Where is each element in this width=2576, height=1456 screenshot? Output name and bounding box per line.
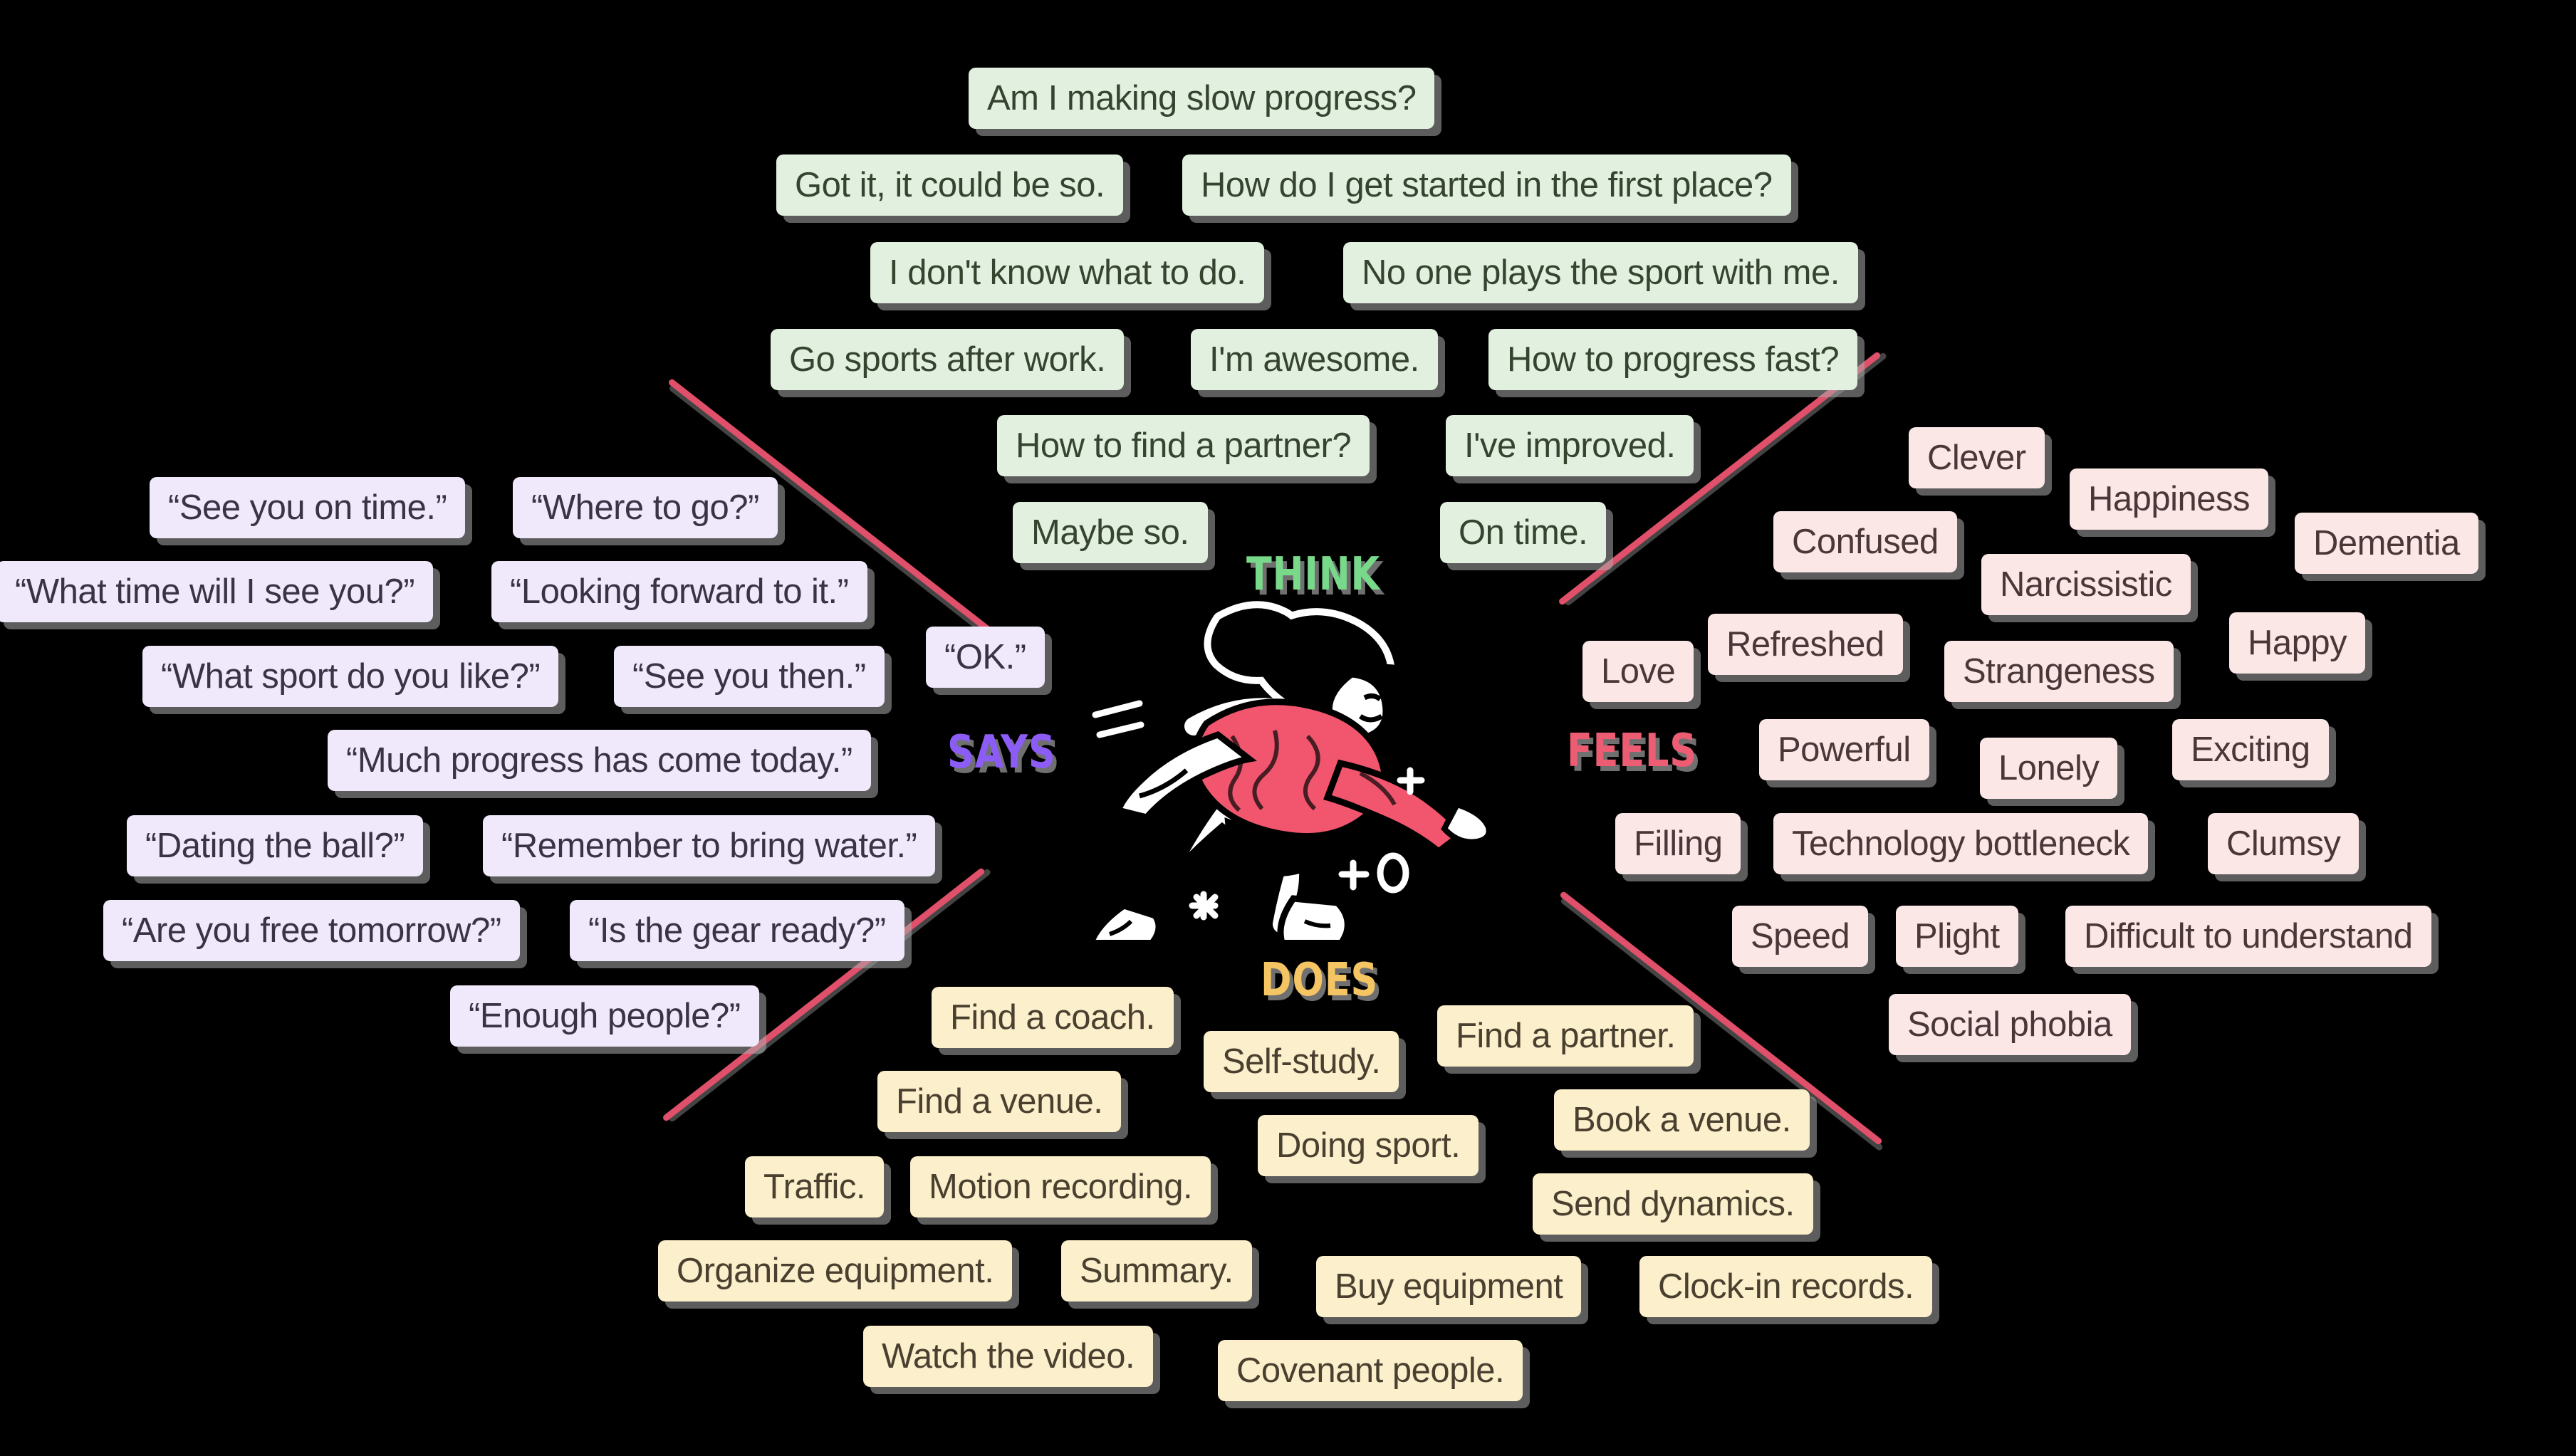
sticky-note[interactable]: “Where to go?”: [513, 477, 778, 538]
sticky-note[interactable]: Dementia: [2295, 513, 2478, 574]
hair-shape: [1211, 608, 1301, 677]
sticky-note[interactable]: Lonely: [1980, 738, 2118, 799]
sticky-note[interactable]: I don't know what to do.: [870, 242, 1265, 303]
sticky-note[interactable]: Doing sport.: [1258, 1115, 1479, 1176]
sticky-note[interactable]: Social phobia: [1889, 994, 2131, 1055]
sticky-note[interactable]: “See you then.”: [614, 646, 885, 707]
sticky-note[interactable]: “Is the gear ready?”: [570, 900, 904, 961]
sticky-note[interactable]: “What time will I see you?”: [0, 561, 434, 622]
sticky-note[interactable]: Confused: [1773, 511, 1957, 572]
empathy-map-board: THINK SAYS FEELS DOES Am I making slow p…: [0, 0, 2576, 1456]
sticky-note[interactable]: Exciting: [2172, 719, 2329, 780]
right-shoe: [1277, 895, 1351, 940]
sticky-note[interactable]: Clumsy: [2208, 813, 2359, 874]
sticky-note[interactable]: How to progress fast?: [1488, 329, 1858, 390]
left-shoe: [1088, 902, 1162, 940]
sticky-note[interactable]: Send dynamics.: [1533, 1173, 1813, 1235]
sticky-note[interactable]: On time.: [1440, 502, 1607, 563]
sticky-note[interactable]: Motion recording.: [910, 1156, 1211, 1217]
sticky-note[interactable]: Clock-in records.: [1639, 1256, 1933, 1317]
sticky-note[interactable]: Summary.: [1061, 1240, 1252, 1302]
sticky-note[interactable]: Speed: [1732, 906, 1869, 967]
sticky-note[interactable]: Organize equipment.: [658, 1240, 1013, 1302]
sticky-note[interactable]: Go sports after work.: [771, 329, 1125, 390]
sticky-note[interactable]: Narcissistic: [1981, 554, 2191, 615]
sticky-note[interactable]: Self-study.: [1204, 1031, 1399, 1092]
sticky-note[interactable]: “Looking forward to it.”: [491, 561, 867, 622]
sticky-note[interactable]: I've improved.: [1446, 415, 1694, 476]
sticky-note[interactable]: Traffic.: [745, 1156, 885, 1217]
sticky-note[interactable]: Find a partner.: [1437, 1005, 1694, 1067]
running-person-illustration: [1054, 584, 1567, 940]
sticky-note[interactable]: Watch the video.: [863, 1326, 1154, 1387]
sticky-note[interactable]: Covenant people.: [1218, 1340, 1523, 1401]
sticky-note[interactable]: Buy equipment: [1316, 1256, 1582, 1317]
sticky-note[interactable]: “What sport do you like?”: [142, 646, 559, 707]
sticky-note[interactable]: How do I get started in the first place?: [1182, 154, 1791, 216]
sticky-note[interactable]: “OK.”: [926, 627, 1045, 688]
sticky-note[interactable]: Happiness: [2070, 468, 2269, 530]
sticky-note[interactable]: Book a venue.: [1554, 1089, 1810, 1151]
sticky-note[interactable]: Find a coach.: [932, 987, 1174, 1048]
right-hand: [1441, 801, 1492, 845]
sticky-note[interactable]: Find a venue.: [877, 1071, 1122, 1132]
quadrant-label-says: SAYS: [947, 726, 1056, 779]
sticky-note[interactable]: “See you on time.”: [150, 477, 466, 538]
sticky-note[interactable]: Strangeness: [1944, 641, 2174, 702]
sticky-note[interactable]: “Remember to bring water.”: [483, 815, 936, 876]
sticky-note[interactable]: Powerful: [1759, 719, 1929, 780]
sticky-note[interactable]: Filling: [1615, 813, 1741, 874]
sticky-note[interactable]: Difficult to understand: [2065, 906, 2431, 967]
sticky-note[interactable]: Clever: [1909, 427, 2045, 488]
sticky-note[interactable]: Love: [1582, 641, 1694, 702]
sticky-note[interactable]: Am I making slow progress?: [969, 68, 1435, 129]
quadrant-label-feels: FEELS: [1567, 725, 1697, 777]
sticky-note[interactable]: Maybe so.: [1013, 502, 1208, 563]
sticky-note[interactable]: Got it, it could be so.: [776, 154, 1124, 216]
sticky-note[interactable]: “Dating the ball?”: [127, 815, 424, 876]
sticky-note[interactable]: “Much progress has come today.”: [328, 730, 871, 791]
sticky-note[interactable]: “Are you free tomorrow?”: [103, 900, 520, 961]
sticky-note[interactable]: Happy: [2229, 612, 2366, 674]
sticky-note[interactable]: “Enough people?”: [450, 985, 759, 1047]
sticky-note[interactable]: No one plays the sport with me.: [1343, 242, 1858, 303]
sticky-note[interactable]: Technology bottleneck: [1773, 813, 2149, 874]
sticky-note[interactable]: Plight: [1896, 906, 2018, 967]
sticky-note[interactable]: How to find a partner?: [997, 415, 1370, 476]
sticky-note[interactable]: Refreshed: [1708, 614, 1903, 675]
sticky-note[interactable]: I'm awesome.: [1191, 329, 1438, 390]
quadrant-label-does: DOES: [1261, 954, 1379, 1007]
